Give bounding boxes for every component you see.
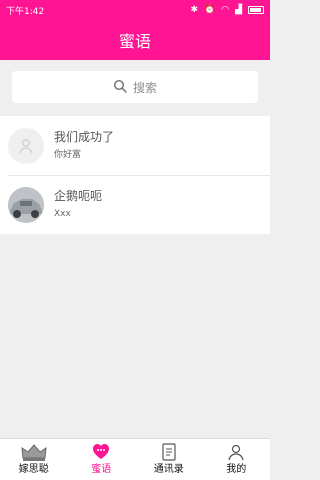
app-header: 蜜语 (0, 20, 270, 60)
tab-label: 嫁思聪 (18, 464, 49, 475)
tab-label: 我的 (226, 464, 247, 475)
signal-icon: ▟ (235, 5, 242, 15)
search-placeholder: 搜索 (132, 80, 157, 95)
search-icon (113, 79, 127, 96)
search-input[interactable]: 搜索 (12, 71, 258, 103)
tab-jia-sicong[interactable]: 嫁思聪 (0, 439, 68, 480)
status-bar: 下午1:42 ✱ ⏰ ◠ ▟ (0, 0, 270, 20)
chat-row[interactable]: 我们成功了 你好富 (0, 116, 270, 175)
battery-icon (248, 6, 264, 14)
tab-miyu[interactable]: 蜜语 (68, 439, 136, 480)
tab-label: 通讯录 (153, 464, 184, 475)
tab-me[interactable]: 我的 (203, 439, 271, 480)
page-title: 蜜语 (118, 32, 151, 51)
contacts-icon (162, 442, 176, 462)
chat-message: 你好富 (54, 150, 82, 160)
heart-chat-icon (92, 442, 110, 462)
chat-message: Xxx (54, 209, 71, 219)
status-icons: ✱ ⏰ ◠ ▟ (190, 5, 264, 15)
wifi-icon: ◠ (221, 5, 230, 15)
crown-icon (20, 442, 48, 462)
bluetooth-icon: ✱ (190, 5, 198, 15)
status-time: 下午1:42 (6, 6, 45, 17)
chat-name: 企鹅呃呃 (54, 189, 103, 203)
alarm-icon: ⏰ (204, 5, 216, 15)
person-icon (227, 442, 245, 462)
tab-label: 蜜语 (91, 464, 112, 475)
car-avatar-icon (8, 186, 44, 223)
search-container: 搜索 (0, 60, 270, 116)
bottom-tab-bar: 嫁思聪 蜜语 通讯录 我的 (0, 438, 270, 480)
default-avatar-icon (8, 127, 44, 164)
chat-list: 我们成功了 你好富 企鹅呃呃 Xxx (0, 116, 270, 234)
tab-contacts[interactable]: 通讯录 (135, 439, 203, 480)
chat-name: 我们成功了 (54, 130, 115, 144)
chat-row[interactable]: 企鹅呃呃 Xxx (0, 175, 270, 234)
